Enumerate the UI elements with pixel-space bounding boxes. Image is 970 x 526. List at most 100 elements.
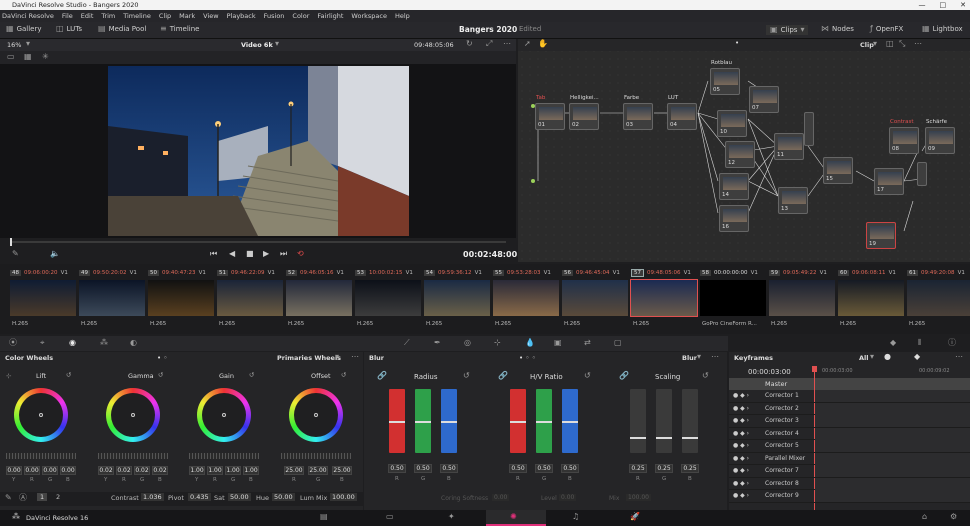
node-08[interactable]: Contrast 08	[889, 119, 919, 154]
stop-icon[interactable]: ■	[246, 250, 254, 258]
keyframe-filter-select[interactable]: All	[859, 354, 869, 362]
pointer-icon[interactable]: ➚	[524, 40, 531, 48]
keyframes-icon[interactable]: ◆	[890, 339, 896, 347]
wheel-handle[interactable]	[222, 413, 226, 417]
keyframe-controls[interactable]: ● ◆ ›	[733, 467, 749, 474]
blur-radius-slider-g[interactable]	[415, 389, 431, 453]
clips-button[interactable]: ▣ Clips ▾	[766, 25, 809, 35]
keyframe-track[interactable]	[815, 440, 970, 452]
node-05[interactable]: Rotblau 05	[710, 60, 740, 95]
node-09[interactable]: Schärfe 09	[925, 119, 955, 154]
edit-page-icon[interactable]: ▭	[386, 513, 394, 521]
motion-effects-icon[interactable]: ◐	[130, 339, 137, 347]
slider-handle[interactable]	[536, 421, 552, 423]
menu-davinci[interactable]: DaVinci Resolve	[2, 10, 54, 22]
fusion-page-icon[interactable]: ✦	[448, 513, 455, 521]
keyframe-track[interactable]	[815, 490, 970, 502]
split-view-icon[interactable]: ▦	[24, 53, 32, 61]
blur-value[interactable]: 0.25	[655, 464, 673, 473]
sizing-icon[interactable]: ⇄	[584, 339, 591, 347]
menu-fairlight[interactable]: Fairlight	[317, 10, 343, 22]
keyframe-row[interactable]: ● ◆ › Corrector 7	[729, 465, 970, 478]
tracker-icon[interactable]: ⊹	[494, 339, 501, 347]
menu-clip[interactable]: Clip	[159, 10, 171, 22]
master-wheel-slider[interactable]	[189, 453, 259, 459]
clip-thumbnail-49[interactable]: 49 09:50:20:02 V1 H.265	[79, 268, 145, 330]
keyframe-row[interactable]: ● ◆ › Corrector 3	[729, 415, 970, 428]
video-frame[interactable]	[108, 66, 409, 236]
play-icon[interactable]: ▶	[263, 250, 269, 258]
camera-raw-icon[interactable]: ⦿	[9, 339, 17, 347]
window-icon[interactable]: ◎	[464, 339, 471, 347]
keyframe-row[interactable]: ● ◆ › Corrector 8	[729, 477, 970, 490]
openfx-button[interactable]: ƒ OpenFX	[870, 25, 903, 34]
highlight-icon[interactable]: ✳	[42, 53, 49, 61]
blur-value[interactable]: 0.25	[629, 464, 647, 473]
blur-value[interactable]: 0.50	[561, 464, 579, 473]
slider-handle[interactable]	[682, 437, 698, 439]
menu-trim[interactable]: Trim	[101, 10, 115, 22]
clip-thumbnail-55[interactable]: 55 09:53:28:03 V1 H.265	[493, 268, 559, 330]
keyframe-controls[interactable]: ● ◆ ›	[733, 392, 749, 399]
slider-handle[interactable]	[630, 437, 646, 439]
reset-icon[interactable]: ↺	[249, 371, 254, 379]
master-wheel-slider[interactable]	[98, 453, 168, 459]
blur-scaling-slider-r[interactable]	[630, 389, 646, 453]
keyframe-controls[interactable]: ● ◆ ›	[733, 442, 749, 449]
node-13[interactable]: 13	[778, 187, 808, 214]
more-options-icon[interactable]: ⋯	[914, 40, 922, 48]
node-mode-select[interactable]: Clip	[860, 41, 874, 49]
wheel-value[interactable]: 0.00	[6, 466, 22, 475]
hand-icon[interactable]: ✋	[538, 40, 548, 48]
minimize-button[interactable]: —	[919, 0, 926, 10]
keyframe-row[interactable]: ● ◆ › Corrector 9	[729, 490, 970, 503]
clip-thumbnail-51[interactable]: 51 09:46:22:09 V1 H.265	[217, 268, 283, 330]
wheel-value[interactable]: 0.02	[116, 466, 132, 475]
luts-button[interactable]: ◫ LUTs	[56, 25, 82, 34]
mix-value[interactable]: 100.00	[626, 494, 651, 501]
clip-thumbnail-50[interactable]: 50 09:40:47:23 V1 H.265	[148, 268, 214, 330]
wheel-value[interactable]: 1.00	[207, 466, 223, 475]
wheel-handle[interactable]	[131, 413, 135, 417]
node-07[interactable]: 07	[749, 86, 779, 113]
node-17[interactable]: 17	[874, 168, 904, 195]
pivot-value[interactable]: 0.435	[188, 493, 211, 501]
clip-thumbnail-56[interactable]: 56 09:46:45:04 V1 H.265	[562, 268, 628, 330]
contrast-value[interactable]: 1.036	[141, 493, 164, 501]
wheel-handle[interactable]	[39, 413, 43, 417]
keyframe-controls[interactable]: ● ◆ ›	[733, 455, 749, 462]
color-wheel-gamma[interactable]	[106, 388, 160, 442]
keyframe-row[interactable]: ● ◆ › Corrector 5	[729, 440, 970, 453]
keyframe-controls[interactable]: ● ◆ ›	[733, 492, 749, 499]
timeline-button[interactable]: ≡ Timeline	[160, 25, 199, 34]
keyframe-row[interactable]: ● ◆ › Corrector 2	[729, 402, 970, 415]
master-row[interactable]: Master	[729, 378, 970, 390]
wheel-value[interactable]: 0.02	[152, 466, 168, 475]
keyframe-row[interactable]: ● ◆ › Corrector 4	[729, 427, 970, 440]
color-page-tab[interactable]: ✺	[486, 510, 546, 526]
slider-handle[interactable]	[441, 421, 457, 423]
lummix-value[interactable]: 100.00	[330, 493, 357, 501]
color-wheel-lift[interactable]	[14, 388, 68, 442]
clip-thumbnail-57[interactable]: 57 09:48:05:06 V1 H.265	[630, 268, 698, 330]
node-02[interactable]: Helligkei... 02	[569, 95, 599, 130]
media-page-icon[interactable]: ▤	[320, 513, 328, 521]
blur-value[interactable]: 0.25	[681, 464, 699, 473]
keyframe-track[interactable]	[815, 427, 970, 440]
menu-mark[interactable]: Mark	[179, 10, 195, 22]
master-wheel-slider[interactable]	[6, 453, 76, 459]
slider-handle[interactable]	[656, 437, 672, 439]
blur-value[interactable]: 0.50	[414, 464, 432, 473]
node-12[interactable]: 12	[725, 141, 755, 168]
page-1-button[interactable]: 1	[37, 493, 48, 501]
slider-handle[interactable]	[562, 421, 578, 423]
color-wheel-offset[interactable]	[289, 388, 343, 442]
wheel-value[interactable]: 0.02	[98, 466, 114, 475]
clip-thumbnail-53[interactable]: 53 10:00:02:15 V1 H.265	[355, 268, 421, 330]
menu-view[interactable]: View	[203, 10, 218, 22]
node-11[interactable]: 11	[774, 133, 804, 160]
blur-scaling-slider-b[interactable]	[682, 389, 698, 453]
skip-forward-icon[interactable]: ⏭	[280, 250, 287, 258]
blur-value[interactable]: 0.50	[535, 464, 553, 473]
slider-handle[interactable]	[510, 421, 526, 423]
